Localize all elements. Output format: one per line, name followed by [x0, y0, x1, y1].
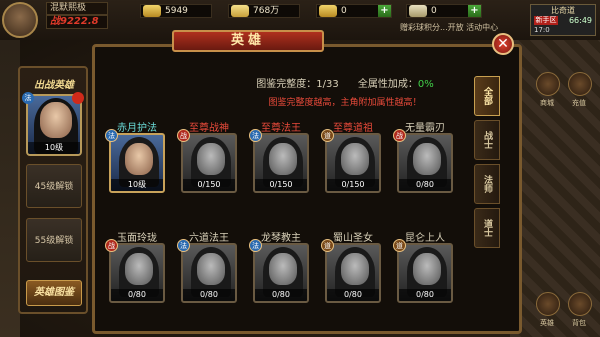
player-power: 战9222.8: [46, 15, 108, 29]
bonus-label: 全属性加成：: [357, 79, 418, 90]
yuanbao-value: 0: [341, 6, 347, 16]
gold-currency: 5949: [140, 4, 212, 18]
shop-icon[interactable]: [536, 72, 560, 96]
hero-portrait: [269, 143, 297, 175]
tab-1[interactable]: 战士: [474, 120, 500, 160]
hero-portrait: [341, 253, 369, 285]
hero-progress: 0/80: [399, 179, 451, 191]
hero-portrait-frame: 0/150: [181, 133, 237, 193]
hero-progress: 0/80: [255, 289, 307, 301]
completion-value: 1/33: [316, 79, 339, 90]
hero-dialog: 图鉴完整度：1/33 全属性加成：0% 图鉴完整度越高，主角附加属性越高！ 赤月…: [92, 44, 522, 334]
hero-portrait-frame: 0/80: [109, 243, 165, 303]
hero-progress: 0/150: [183, 179, 235, 191]
deployed-heroes-panel: 出战英雄 10级 法 45级解锁 55级解锁 英雄图鉴: [18, 66, 88, 314]
locked-slot-45[interactable]: 45级解锁: [26, 164, 82, 208]
class-badge-icon: 战: [105, 239, 118, 252]
notification-dot-icon: [72, 92, 84, 104]
deployed-hero-slot[interactable]: 10级: [26, 94, 82, 156]
bag-label: 背包: [572, 319, 586, 327]
recharge-icon[interactable]: [568, 72, 592, 96]
bound-yuanbao-currency: 0 +: [406, 4, 482, 18]
bound-yuanbao-icon: [409, 5, 427, 17]
hero-progress: 0/80: [399, 289, 451, 301]
player-avatar[interactable]: [2, 2, 38, 38]
close-button[interactable]: ✕: [492, 33, 514, 55]
class-badge-icon: 战: [177, 129, 190, 142]
gold-value: 5949: [165, 6, 188, 16]
class-badge-icon: 道: [393, 239, 406, 252]
bonus-value: 0%: [417, 79, 434, 90]
hero-portrait-frame: 0/80: [181, 243, 237, 303]
recharge-label: 充值: [572, 99, 586, 107]
hero-portrait: [341, 143, 369, 175]
hero-portrait: [269, 253, 297, 285]
hero-portrait-frame: 0/150: [325, 133, 381, 193]
completion-label: 图鉴完整度：: [256, 79, 317, 90]
hero-portrait: [125, 253, 153, 285]
silver-currency: 768万: [228, 4, 300, 18]
dialog-title: 英雄: [172, 30, 324, 52]
hero-portrait: [40, 102, 72, 138]
hero-portrait: [197, 143, 225, 175]
class-badge-icon: 法: [249, 239, 262, 252]
class-badge-icon: 道: [321, 129, 334, 142]
hero-portrait-frame: 0/80: [325, 243, 381, 303]
silver-value: 768万: [253, 6, 280, 16]
hero-gallery-button[interactable]: 英雄图鉴: [26, 280, 82, 306]
hero-portrait-frame: 0/80: [397, 243, 453, 303]
class-badge-icon: 法: [105, 129, 118, 142]
hero-portrait-frame: 10级: [109, 133, 165, 193]
system-ticker: 赠彩球积分...开放 活动中心: [400, 23, 499, 32]
class-badge-icon: 法: [177, 239, 190, 252]
locked-slot-55[interactable]: 55级解锁: [26, 218, 82, 262]
clock: 17:0: [534, 26, 550, 34]
add-yuanbao-button[interactable]: +: [378, 5, 391, 17]
class-badge-icon: 法: [22, 92, 34, 104]
hero-portrait: [413, 253, 441, 285]
hero-icon[interactable]: [536, 292, 560, 316]
tab-0[interactable]: 全部: [474, 76, 500, 116]
hero-progress: 10级: [111, 179, 163, 191]
map-coords: 66:49: [568, 16, 592, 25]
zone-badge: 新手区: [534, 16, 558, 25]
hero-progress: 0/80: [111, 289, 163, 301]
tab-3[interactable]: 道士: [474, 208, 500, 248]
hero-portrait-frame: 0/150: [253, 133, 309, 193]
hero-portrait: [197, 253, 225, 285]
hero-portrait: [125, 143, 153, 175]
add-bound-yuanbao-button[interactable]: +: [468, 5, 481, 17]
hero-label: 英雄: [540, 319, 554, 327]
map-name: 比奇道: [551, 6, 575, 15]
deployed-hero-level: 10级: [28, 142, 80, 154]
class-badge-icon: 法: [249, 129, 262, 142]
tab-2[interactable]: 法师: [474, 164, 500, 204]
collection-hint: 图鉴完整度越高，主角附加属性越高！: [268, 98, 422, 108]
scene-edge: [0, 40, 20, 337]
hero-progress: 0/80: [327, 289, 379, 301]
player-name: 混默熙极: [46, 2, 108, 15]
hero-progress: 0/150: [255, 179, 307, 191]
coin-stack-icon: [231, 5, 249, 17]
yuanbao-currency: 0 +: [316, 4, 392, 18]
shop-label: 商城: [540, 99, 554, 107]
yuanbao-icon: [319, 5, 337, 17]
collection-stats: 图鉴完整度：1/33 全属性加成：0%: [195, 75, 495, 90]
class-badge-icon: 战: [393, 129, 406, 142]
gold-ingot-icon: [143, 5, 161, 17]
deployed-heroes-title: 出战英雄: [34, 80, 74, 91]
minimap[interactable]: 比奇道 新手区 66:49 17:0: [530, 4, 596, 36]
hero-portrait-frame: 0/80: [253, 243, 309, 303]
class-badge-icon: 道: [321, 239, 334, 252]
hero-portrait: [413, 143, 441, 175]
bag-icon[interactable]: [568, 292, 592, 316]
hero-progress: 0/150: [327, 179, 379, 191]
hero-portrait-frame: 0/80: [397, 133, 453, 193]
hero-progress: 0/80: [183, 289, 235, 301]
bound-yuanbao-value: 0: [431, 6, 437, 16]
